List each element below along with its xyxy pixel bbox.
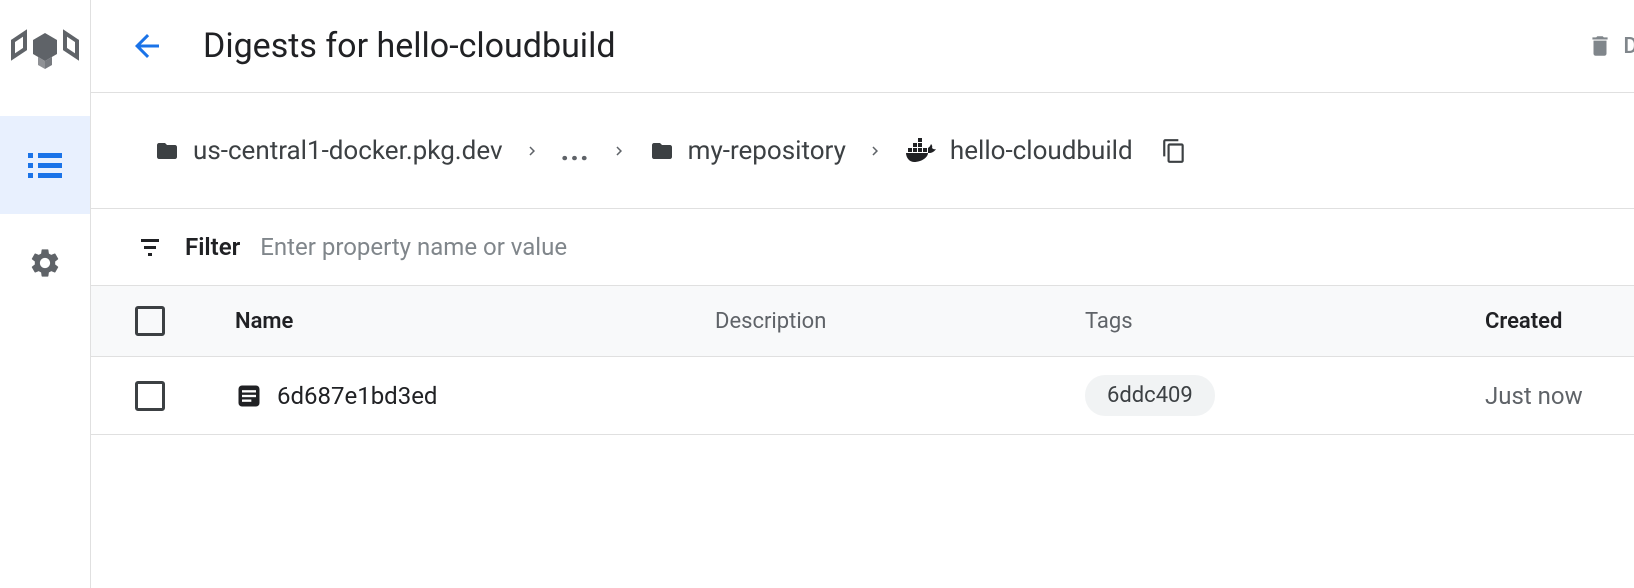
- filter-input[interactable]: [260, 233, 1634, 261]
- breadcrumb-registry[interactable]: us-central1-docker.pkg.dev: [153, 136, 503, 166]
- artifact-registry-logo: [0, 18, 90, 88]
- filter-label: Filter: [185, 233, 240, 261]
- digest-icon: [235, 382, 263, 410]
- copy-icon: [1161, 136, 1187, 166]
- breadcrumb-collapsed[interactable]: ...: [561, 133, 590, 168]
- table-header-row: Name Description Tags Created Updated: [91, 286, 1634, 357]
- copy-path-button[interactable]: [1161, 136, 1187, 166]
- breadcrumb-image[interactable]: hello-cloudbuild: [904, 136, 1133, 166]
- filter-bar: Filter: [91, 209, 1634, 286]
- folder-icon: [648, 139, 676, 163]
- chevron-right-icon: [610, 142, 628, 160]
- main-content: Digests for hello-cloudbuild DELETE SETU…: [91, 0, 1634, 588]
- digest-created: Just now: [1485, 382, 1634, 410]
- digest-name: 6d687e1bd3ed: [277, 382, 437, 410]
- arrow-back-icon: [129, 28, 165, 64]
- delete-button[interactable]: DELETE: [1587, 32, 1634, 60]
- folder-icon: [153, 139, 181, 163]
- filter-icon: [135, 235, 165, 259]
- breadcrumb: us-central1-docker.pkg.dev ... my-reposi…: [91, 93, 1634, 209]
- chevron-right-icon: [866, 142, 884, 160]
- table-row[interactable]: 6d687e1bd3ed 6ddc409 Just now Just now: [91, 357, 1634, 435]
- breadcrumb-repository[interactable]: my-repository: [648, 136, 846, 166]
- column-header-description[interactable]: Description: [715, 309, 1085, 334]
- nav-settings[interactable]: [0, 214, 90, 312]
- column-header-tags[interactable]: Tags: [1085, 309, 1485, 334]
- nav-repositories[interactable]: [0, 116, 90, 214]
- page-header: Digests for hello-cloudbuild DELETE SETU…: [91, 0, 1634, 93]
- list-icon: [28, 151, 62, 179]
- trash-icon: [1587, 32, 1613, 60]
- column-header-name[interactable]: Name: [235, 309, 715, 334]
- column-header-created[interactable]: Created: [1485, 309, 1634, 334]
- page-title: Digests for hello-cloudbuild: [203, 26, 1555, 66]
- back-button[interactable]: [123, 22, 171, 70]
- sidebar: [0, 0, 91, 588]
- tag-chip[interactable]: 6ddc409: [1085, 375, 1215, 416]
- digests-table: Name Description Tags Created Updated: [91, 286, 1634, 435]
- docker-icon: [904, 138, 938, 164]
- chevron-right-icon: [523, 142, 541, 160]
- gear-icon: [28, 246, 62, 280]
- row-checkbox[interactable]: [135, 381, 165, 411]
- select-all-checkbox[interactable]: [135, 306, 165, 336]
